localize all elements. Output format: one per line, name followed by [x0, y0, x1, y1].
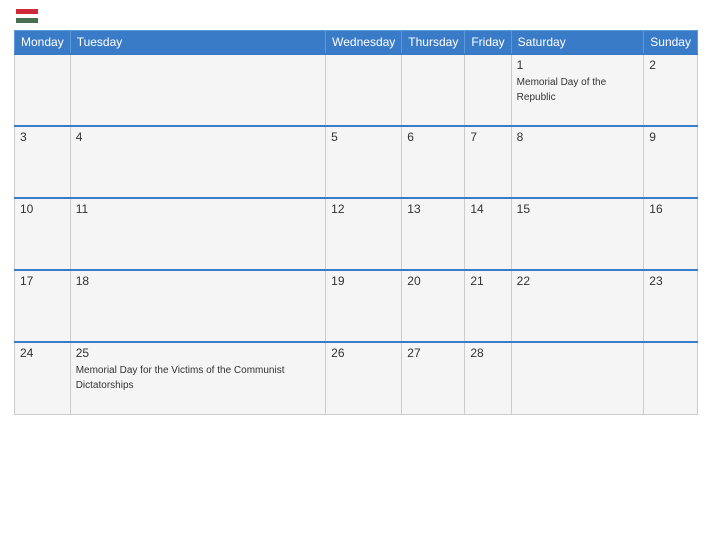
calendar-cell [70, 54, 325, 126]
calendar-cell: 4 [70, 126, 325, 198]
calendar-cell: 13 [402, 198, 465, 270]
day-number: 25 [76, 346, 320, 360]
calendar-cell: 23 [644, 270, 698, 342]
day-number: 23 [649, 274, 692, 288]
logo [14, 10, 38, 24]
day-number: 11 [76, 202, 320, 216]
calendar-week-row: 3456789 [15, 126, 698, 198]
day-number: 18 [76, 274, 320, 288]
calendar-cell: 22 [511, 270, 644, 342]
calendar-cell: 24 [15, 342, 71, 414]
calendar-cell: 18 [70, 270, 325, 342]
day-number: 26 [331, 346, 396, 360]
day-number: 17 [20, 274, 65, 288]
calendar-cell: 17 [15, 270, 71, 342]
col-header-sunday: Sunday [644, 31, 698, 55]
calendar-cell [402, 54, 465, 126]
calendar-page: MondayTuesdayWednesdayThursdayFridaySatu… [0, 0, 712, 550]
day-number: 13 [407, 202, 459, 216]
calendar-cell: 8 [511, 126, 644, 198]
day-number: 6 [407, 130, 459, 144]
calendar-header [14, 10, 698, 24]
day-number: 5 [331, 130, 396, 144]
calendar-cell: 27 [402, 342, 465, 414]
day-number: 14 [470, 202, 505, 216]
logo-flag-icon [16, 9, 38, 23]
calendar-cell: 1 Memorial Day of the Republic [511, 54, 644, 126]
col-header-monday: Monday [15, 31, 71, 55]
calendar-cell: 20 [402, 270, 465, 342]
day-number: 4 [76, 130, 320, 144]
day-number: 10 [20, 202, 65, 216]
calendar-table: MondayTuesdayWednesdayThursdayFridaySatu… [14, 30, 698, 415]
calendar-header-row: MondayTuesdayWednesdayThursdayFridaySatu… [15, 31, 698, 55]
calendar-cell: 11 [70, 198, 325, 270]
calendar-cell: 3 [15, 126, 71, 198]
calendar-cell: 15 [511, 198, 644, 270]
calendar-week-row: 10 11 12 13 14 15 16 [15, 198, 698, 270]
day-number: 9 [649, 130, 692, 144]
calendar-cell [511, 342, 644, 414]
day-number: 20 [407, 274, 459, 288]
calendar-cell: 28 [465, 342, 511, 414]
calendar-cell: 10 [15, 198, 71, 270]
calendar-cell: 26 [326, 342, 402, 414]
calendar-week-row: 1 Memorial Day of the Republic 2 [15, 54, 698, 126]
calendar-cell: 9 [644, 126, 698, 198]
day-number: 27 [407, 346, 459, 360]
day-number: 19 [331, 274, 396, 288]
calendar-cell: 6 [402, 126, 465, 198]
calendar-cell: 12 [326, 198, 402, 270]
day-event: Memorial Day for the Victims of the Comm… [76, 365, 285, 391]
day-number: 21 [470, 274, 505, 288]
day-number: 7 [470, 130, 505, 144]
calendar-week-row: 24 25 Memorial Day for the Victims of the … [15, 342, 698, 414]
day-number: 24 [20, 346, 65, 360]
calendar-cell: 16 [644, 198, 698, 270]
day-number: 16 [649, 202, 692, 216]
col-header-thursday: Thursday [402, 31, 465, 55]
calendar-cell [326, 54, 402, 126]
calendar-week-row: 17 18 19 20 21 22 23 [15, 270, 698, 342]
calendar-cell: 7 [465, 126, 511, 198]
day-number: 22 [517, 274, 639, 288]
day-event: Memorial Day of the Republic [517, 77, 606, 103]
calendar-cell: 19 [326, 270, 402, 342]
calendar-cell: 25 Memorial Day for the Victims of the Co… [70, 342, 325, 414]
day-number: 12 [331, 202, 396, 216]
col-header-saturday: Saturday [511, 31, 644, 55]
calendar-cell: 5 [326, 126, 402, 198]
col-header-wednesday: Wednesday [326, 31, 402, 55]
day-number: 8 [517, 130, 639, 144]
day-number: 28 [470, 346, 505, 360]
day-number: 2 [649, 58, 692, 72]
calendar-cell [15, 54, 71, 126]
day-number: 1 [517, 58, 639, 72]
calendar-cell: 2 [644, 54, 698, 126]
calendar-cell: 21 [465, 270, 511, 342]
day-number: 15 [517, 202, 639, 216]
col-header-friday: Friday [465, 31, 511, 55]
day-number: 3 [20, 130, 65, 144]
calendar-cell: 14 [465, 198, 511, 270]
calendar-cell [465, 54, 511, 126]
calendar-cell [644, 342, 698, 414]
col-header-tuesday: Tuesday [70, 31, 325, 55]
